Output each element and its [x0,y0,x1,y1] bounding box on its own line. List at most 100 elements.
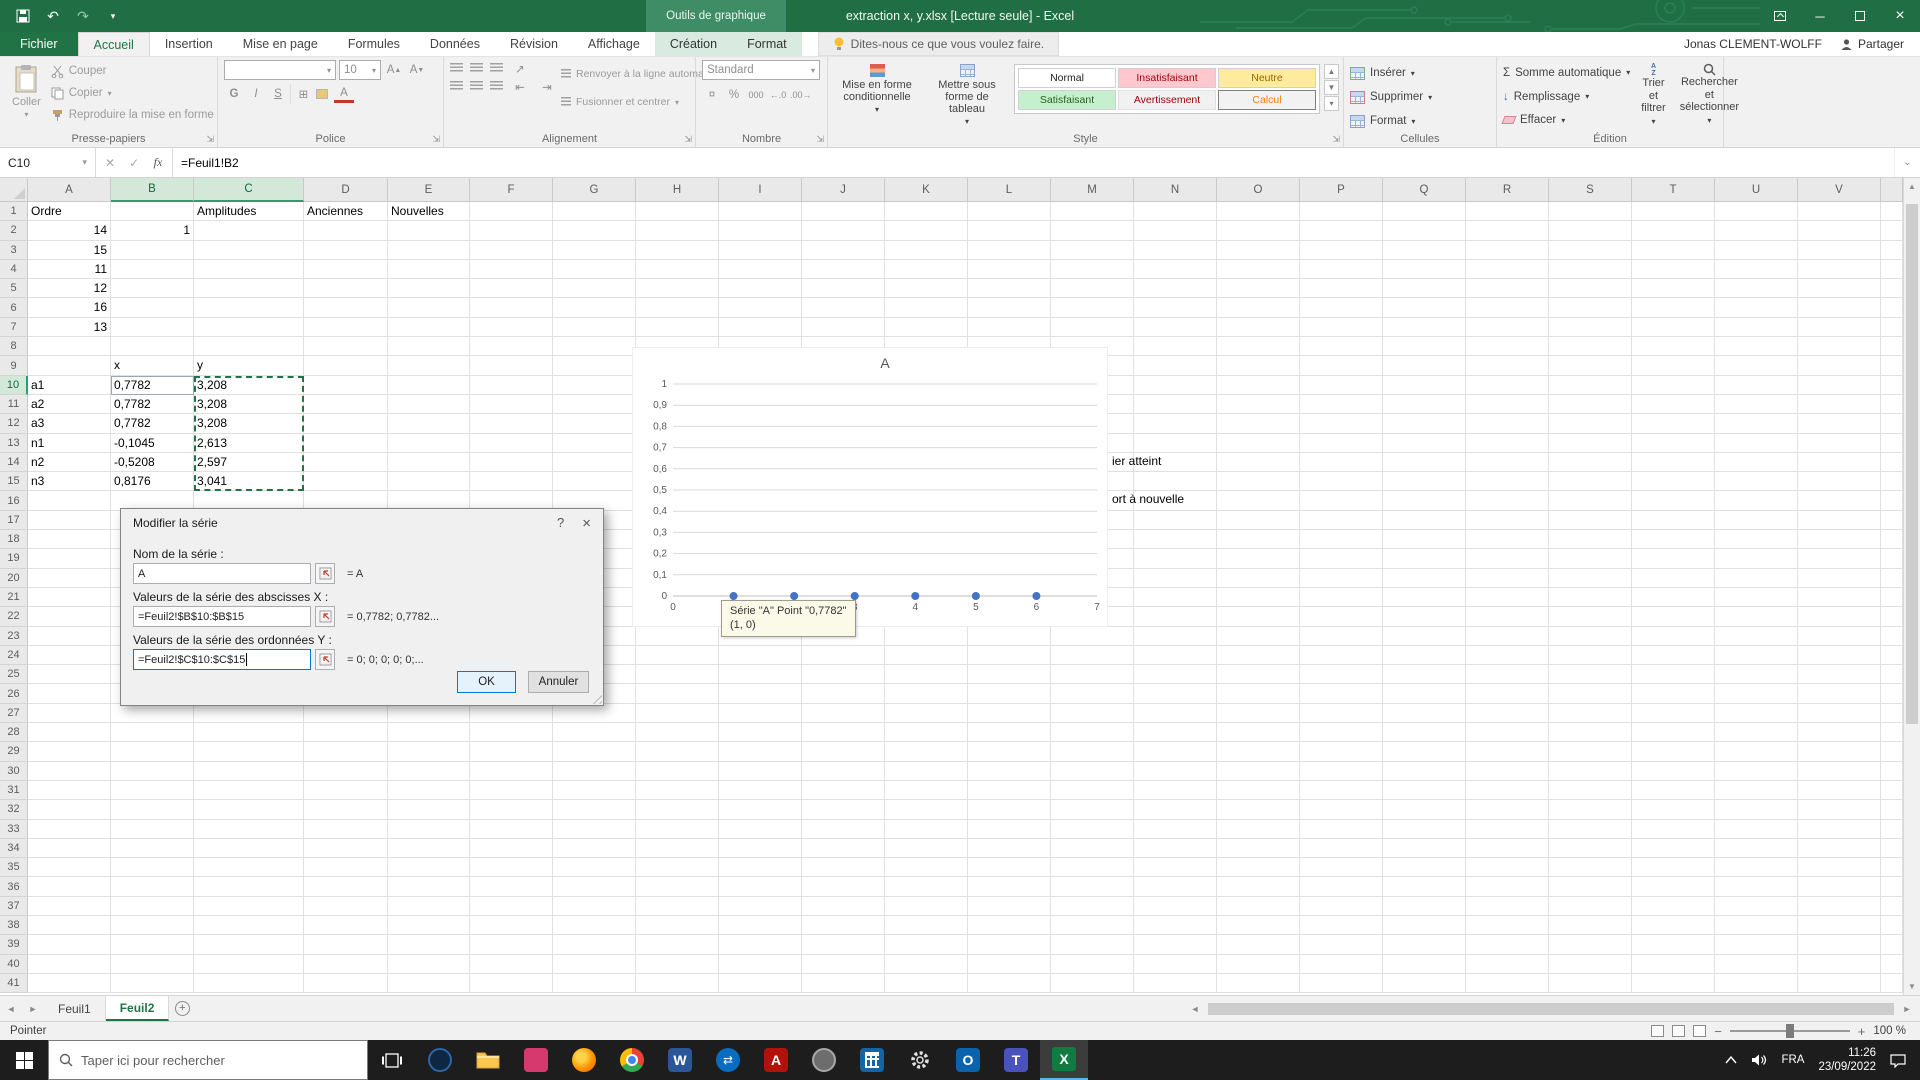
cell-K38[interactable] [885,915,968,936]
cell-L5[interactable] [968,279,1051,299]
row-header-22[interactable]: 22 [0,607,28,627]
cell-R18[interactable] [1466,530,1549,550]
cell-N30[interactable] [1134,761,1217,781]
cell-extra[interactable] [1881,414,1903,434]
cell-I5[interactable] [719,279,802,299]
cell-T13[interactable] [1632,433,1715,453]
cell-G29[interactable] [553,742,636,762]
cell-V2[interactable] [1798,221,1881,241]
tab-revision[interactable]: Révision [495,32,573,56]
cell-S7[interactable] [1549,317,1632,338]
cell-G1[interactable] [553,202,636,222]
cell-T36[interactable] [1632,877,1715,897]
sheet-tab-feuil1[interactable]: Feuil1 [44,996,106,1021]
cell-N7[interactable] [1134,317,1217,338]
cell-B39[interactable] [111,935,194,955]
series-x-input[interactable]: =Feuil2!$B$10:$B$15 [133,606,311,627]
cell-G40[interactable] [553,954,636,974]
cell-L39[interactable] [968,935,1051,955]
cell-A21[interactable] [28,587,111,608]
cell-S16[interactable] [1549,491,1632,511]
cell-B6[interactable] [111,298,194,318]
cell-Q27[interactable] [1383,703,1466,724]
cell-Q21[interactable] [1383,587,1466,608]
cell-S40[interactable] [1549,954,1632,974]
cell-P13[interactable] [1300,433,1383,453]
row-header-27[interactable]: 27 [0,703,28,724]
formula-input[interactable]: =Feuil1!B2 [173,148,1894,177]
cell-O33[interactable] [1217,819,1300,839]
row-header-21[interactable]: 21 [0,587,28,608]
cell-C3[interactable] [194,240,304,260]
tab-affichage[interactable]: Affichage [573,32,655,56]
cell-N37[interactable] [1134,896,1217,916]
cell-F6[interactable] [470,298,553,318]
zoom-out-icon[interactable]: − [1714,1024,1722,1039]
cell-V4[interactable] [1798,259,1881,280]
cell-D27[interactable] [304,703,388,724]
scroll-up-icon[interactable]: ▲ [1904,178,1920,195]
cell-E3[interactable] [388,240,470,260]
cell-D36[interactable] [304,877,388,897]
cell-Q31[interactable] [1383,780,1466,801]
cell-U34[interactable] [1715,838,1798,859]
cell-S41[interactable] [1549,973,1632,994]
row-header-14[interactable]: 14 [0,452,28,473]
row-header-34[interactable]: 34 [0,838,28,859]
cell-O23[interactable] [1217,626,1300,646]
cell-E28[interactable] [388,723,470,743]
series-y-input[interactable]: =Feuil2!$C$10:$C$15 [133,649,311,670]
row-header-24[interactable]: 24 [0,645,28,666]
cell-R33[interactable] [1466,819,1549,839]
cell-N23[interactable] [1134,626,1217,646]
cell-S24[interactable] [1549,645,1632,666]
cell-extra[interactable] [1881,954,1903,974]
cell-L3[interactable] [968,240,1051,260]
cell-F13[interactable] [470,433,553,453]
cell-N26[interactable] [1134,684,1217,704]
cell-J33[interactable] [802,819,885,839]
cell-R13[interactable] [1466,433,1549,453]
cell-D1[interactable]: Anciennes [304,202,388,222]
cell-O31[interactable] [1217,780,1300,801]
cell-V20[interactable] [1798,568,1881,588]
cell-extra[interactable] [1881,549,1903,569]
cell-P39[interactable] [1300,935,1383,955]
cell-D2[interactable] [304,221,388,241]
cell-C15[interactable]: 3,041 [194,472,304,492]
cell-K37[interactable] [885,896,968,916]
row-header-12[interactable]: 12 [0,414,28,434]
scroll-left-icon[interactable]: ◄ [1184,1004,1206,1014]
cell-C7[interactable] [194,317,304,338]
increase-indent-icon[interactable]: ⇥ [537,81,557,94]
style-calcul[interactable]: Calcul [1218,90,1316,110]
cell-D7[interactable] [304,317,388,338]
cell-D40[interactable] [304,954,388,974]
zoom-level[interactable]: 100 % [1873,1025,1906,1037]
cell-M39[interactable] [1051,935,1134,955]
cell-Q19[interactable] [1383,549,1466,569]
cell-N8[interactable] [1134,337,1217,357]
cell-B11[interactable]: 0,7782 [111,394,194,415]
cell-P14[interactable] [1300,452,1383,473]
cell-D5[interactable] [304,279,388,299]
cell-N1[interactable] [1134,202,1217,222]
cell-M5[interactable] [1051,279,1134,299]
cell-D33[interactable] [304,819,388,839]
insert-function-icon[interactable]: fx [146,155,170,170]
cell-G15[interactable] [553,472,636,492]
cell-L33[interactable] [968,819,1051,839]
cell-D11[interactable] [304,394,388,415]
row-header-39[interactable]: 39 [0,935,28,955]
align-middle-icon[interactable] [470,63,483,73]
cell-Q5[interactable] [1383,279,1466,299]
cell-K1[interactable] [885,202,968,222]
volume-icon[interactable] [1751,1053,1767,1067]
zoom-slider[interactable] [1729,1024,1850,1038]
format-as-table-button[interactable]: Mettre sous forme de tableau ▾ [924,60,1010,131]
cell-P24[interactable] [1300,645,1383,666]
cell-B13[interactable]: -0,1045 [111,433,194,453]
cell-F32[interactable] [470,800,553,820]
cell-R6[interactable] [1466,298,1549,318]
cell-E36[interactable] [388,877,470,897]
